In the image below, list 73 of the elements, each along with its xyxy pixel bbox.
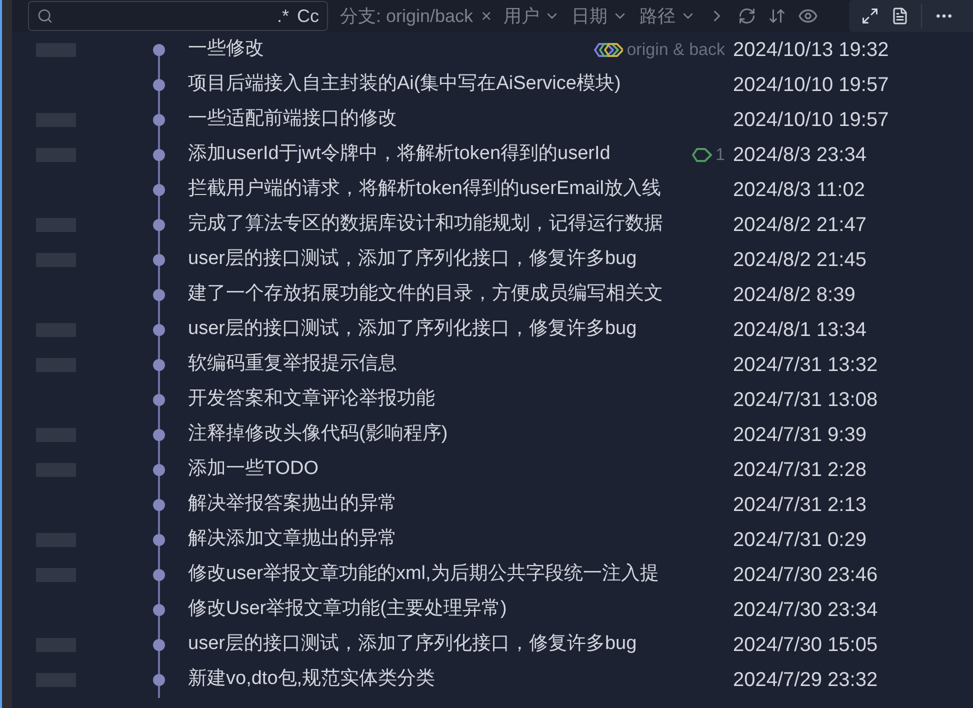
tag-count: 1 (716, 144, 725, 166)
commit-message: 添加一些TODO (188, 457, 320, 482)
commit-date: 2024/7/31 13:32 (732, 352, 879, 378)
commit-date: 2024/7/31 0:29 (732, 528, 868, 552)
commit-message: 开发答案和文章评论举报功能 (188, 386, 436, 412)
search-option-toggle[interactable]: Cc (297, 2, 319, 30)
commit-node-icon (152, 66, 166, 102)
filter-dropdown[interactable]: 用户 (504, 2, 560, 30)
commit-date: 2024/7/31 9:39 (732, 422, 868, 448)
tags-icon (592, 40, 623, 58)
filter-dropdown[interactable]: 日期 (572, 2, 628, 30)
commit-message: 修改User举报文章功能(主要处理异常) (188, 597, 508, 622)
commit-message: 添加userId于jwt令牌中，将解析token得到的userId (188, 142, 612, 166)
commit-message: user层的接口测试，添加了序列化接口，修复许多bug (188, 247, 638, 272)
commit-date: 2024/8/1 13:34 (732, 318, 868, 342)
commit-message: 完成了算法专区的数据库设计和功能规划，记得运行数据 (188, 212, 664, 236)
commit-message: 软编码重复举报提示信息 (188, 352, 398, 376)
commit-message: 项目后端接入自主封装的Ai(集中写在AiService模块) (188, 72, 622, 96)
commit-date: 2024/8/3 11:02 (732, 178, 866, 202)
commit-node-icon (152, 662, 166, 698)
commit-date: 2024/8/3 23:34 (732, 142, 868, 168)
search-field[interactable]: .* Cc (28, 1, 328, 31)
refresh-icon[interactable] (738, 7, 756, 25)
commit-message: user层的接口测试，添加了序列化接口，修复许多bug (188, 317, 638, 342)
commit-node-icon (152, 382, 166, 418)
clear-filter-button[interactable]: × (481, 2, 492, 30)
commit-node-icon (152, 626, 166, 662)
commit-node-icon (152, 416, 166, 452)
commit-node-icon (152, 452, 166, 488)
commit-date: 2024/8/2 8:39 (732, 282, 856, 308)
sort-icon[interactable] (768, 7, 786, 25)
branch-filter[interactable]: 分支: origin/back (340, 2, 474, 30)
commit-date: 2024/7/31 2:13 (732, 492, 868, 518)
commit-node-icon (152, 276, 166, 312)
commit-node-icon (152, 522, 166, 558)
expand-icon[interactable] (861, 7, 879, 25)
commit-date: 2024/7/30 15:05 (732, 632, 879, 658)
commit-message: 一些修改 (188, 37, 265, 62)
commit-node-icon (152, 486, 166, 522)
commit-date: 2024/7/29 23:32 (732, 668, 879, 692)
search-option-toggle[interactable]: .* (276, 2, 289, 30)
commit-message: user层的接口测试，添加了序列化接口，修复许多bug (188, 632, 638, 656)
commit-node-icon (152, 102, 166, 138)
commit-message: 一些适配前端接口的修改 (188, 107, 398, 132)
commit-message: 解决添加文章抛出的异常 (188, 527, 398, 552)
tag-icon (692, 146, 712, 164)
commit-message: 修改user举报文章功能的xml,为后期公共字段统一注入提 (188, 562, 660, 586)
commit-node-icon (152, 312, 166, 348)
commit-message: 解决举报答案抛出的异常 (188, 492, 398, 516)
commit-message: 新建vo,dto包,规范实体类分类 (188, 667, 436, 692)
commit-message: 建了一个存放拓展功能文件的目录，方便成员编写相关文 (188, 282, 664, 306)
commit-node-icon (152, 556, 166, 592)
commit-date: 2024/8/2 21:45 (732, 248, 868, 272)
commit-date: 2024/7/31 2:28 (732, 458, 868, 482)
commit-node-icon (152, 172, 166, 208)
commit-date: 2024/10/10 19:57 (732, 108, 890, 132)
commit-date: 2024/7/30 23:46 (732, 562, 879, 588)
commit-node-icon (152, 136, 166, 172)
commit-node-icon (152, 592, 166, 628)
commit-date: 2024/10/13 19:32 (732, 38, 890, 62)
commit-node-icon (152, 346, 166, 382)
commit-date: 2024/7/30 23:34 (732, 598, 879, 622)
search-icon (37, 8, 53, 24)
commit-message: 注释掉修改头像代码(影响程序) (188, 422, 449, 446)
commit-message: 拦截用户端的请求，将解析token得到的userEmail放入线 (188, 177, 662, 202)
commit-date: 2024/8/2 21:47 (732, 212, 868, 238)
commit-date: 2024/10/10 19:57 (732, 72, 890, 98)
branch-label: origin & back (626, 38, 725, 61)
commit-node-icon (152, 242, 166, 278)
commit-date: 2024/7/31 13:08 (732, 388, 879, 412)
commit-node-icon (152, 206, 166, 242)
document-icon[interactable] (891, 7, 909, 25)
filter-dropdown[interactable]: 路径 (640, 2, 696, 30)
